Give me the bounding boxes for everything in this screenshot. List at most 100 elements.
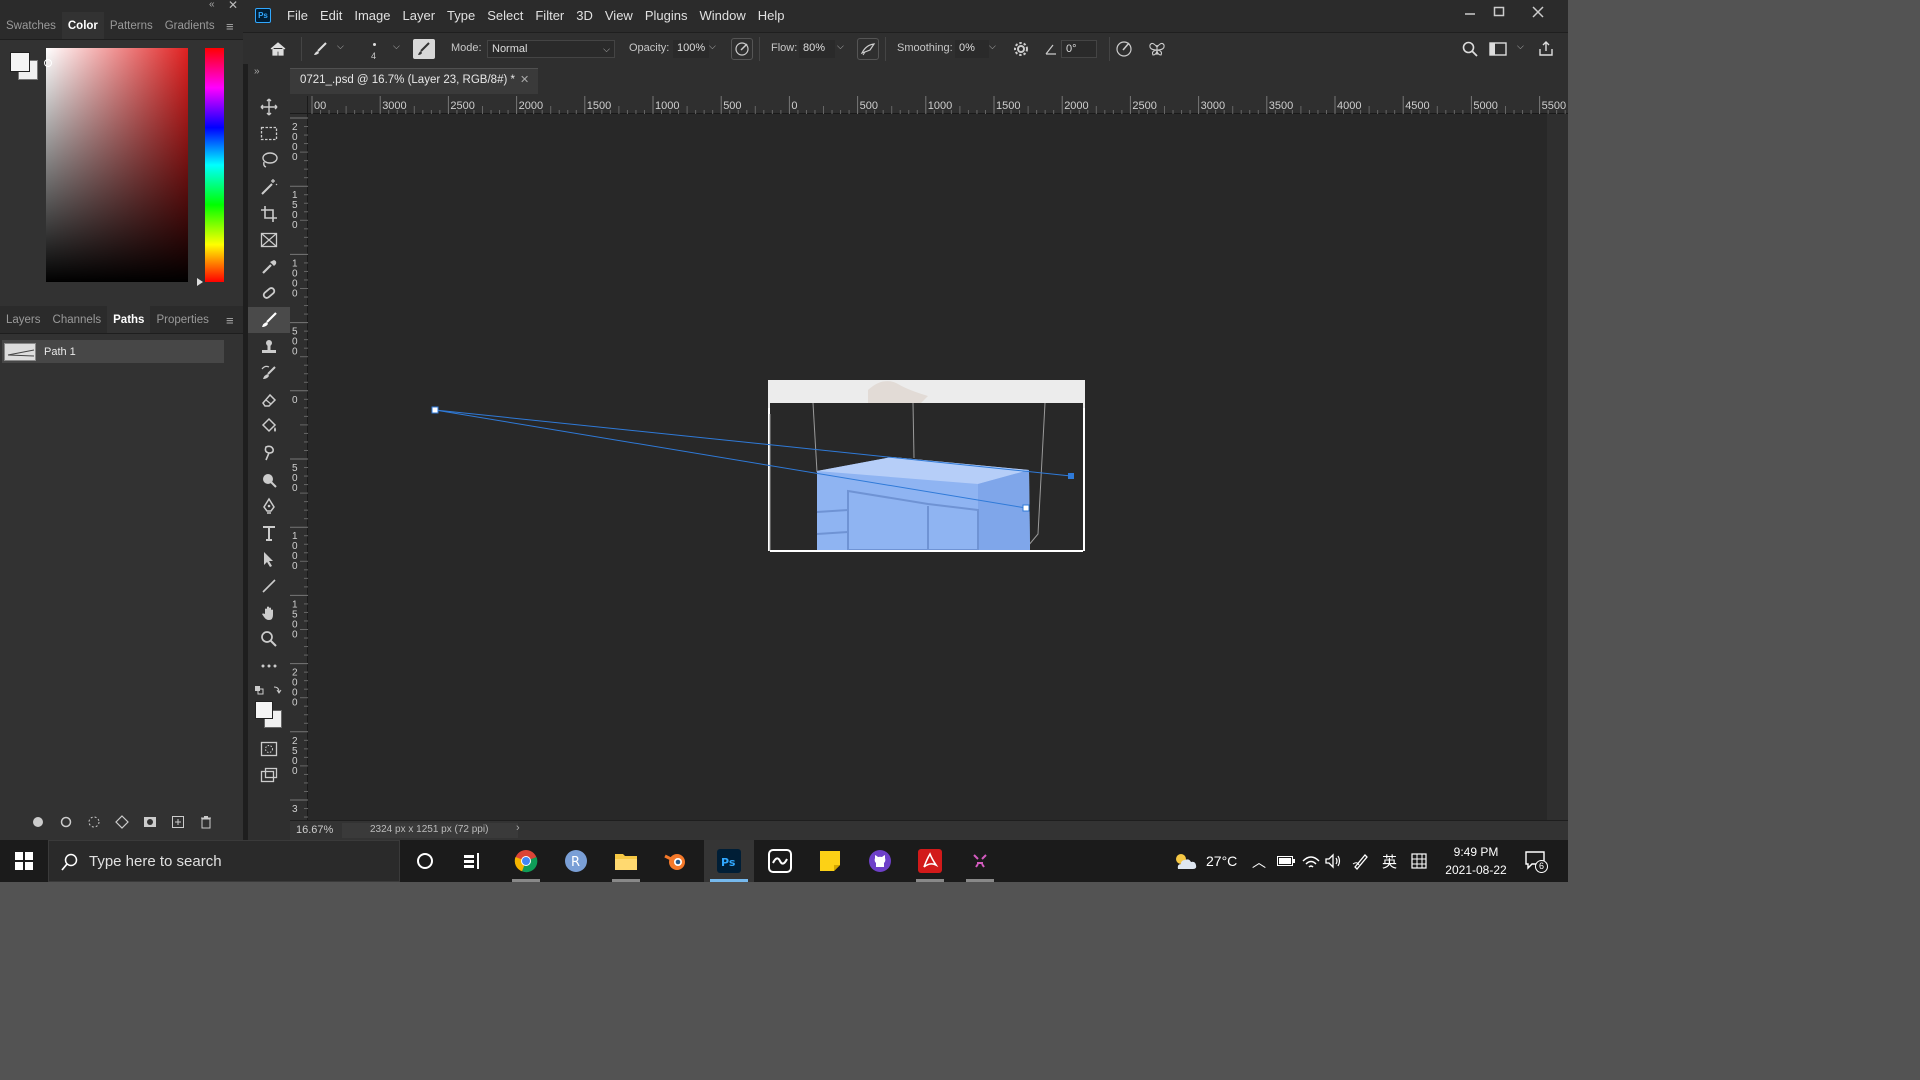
photoshop-taskbar-icon[interactable]: Ps [704, 840, 754, 882]
pressure-opacity-icon[interactable] [731, 38, 753, 60]
brush-preset-icon[interactable] [309, 39, 331, 59]
expand-toolbox-icon[interactable]: » [254, 66, 260, 77]
menu-3d[interactable]: 3D [570, 0, 599, 32]
chevron-down-icon[interactable]: ⌵ [837, 41, 844, 52]
flow-input[interactable]: 80% [799, 40, 835, 58]
path-selection-tool-icon[interactable] [248, 546, 290, 573]
app-character-icon[interactable] [958, 840, 1002, 882]
move-tool-icon[interactable] [248, 94, 290, 121]
panel-menu-icon[interactable]: ≡ [226, 313, 234, 328]
magic-wand-tool-icon[interactable] [248, 174, 290, 201]
pen-tool-icon[interactable] [248, 493, 290, 520]
more-tools-icon[interactable] [248, 652, 290, 679]
healing-brush-tool-icon[interactable] [248, 280, 290, 307]
zoom-tool-icon[interactable] [248, 626, 290, 653]
ime-grid-icon[interactable] [1408, 851, 1430, 871]
vertical-scrollbar[interactable] [1547, 114, 1568, 820]
menu-image[interactable]: Image [348, 0, 396, 32]
tab-patterns[interactable]: Patterns [104, 12, 159, 39]
crop-tool-icon[interactable] [248, 200, 290, 227]
doc-info-field[interactable]: 2324 px x 1251 px (72 ppi) [342, 823, 518, 838]
blender-icon[interactable] [654, 840, 698, 882]
tab-gradients[interactable]: Gradients [159, 12, 221, 39]
panel-menu-icon[interactable]: ≡ [226, 19, 234, 34]
swap-colors-icon[interactable] [254, 684, 284, 696]
github-icon[interactable] [858, 840, 902, 882]
maximize-icon[interactable] [1484, 4, 1514, 20]
menu-edit[interactable]: Edit [314, 0, 348, 32]
collapse-panels-icon[interactable]: « [209, 0, 215, 10]
line-tool-icon[interactable] [248, 573, 290, 600]
eraser-tool-icon[interactable] [248, 387, 290, 414]
mode-select[interactable]: Normal ⌵ [487, 40, 615, 58]
tab-properties[interactable]: Properties [150, 306, 214, 333]
tab-layers[interactable]: Layers [0, 306, 47, 333]
menu-filter[interactable]: Filter [529, 0, 570, 32]
chevron-down-icon[interactable]: ⌵ [1517, 41, 1524, 52]
show-hidden-icons-chevron-up-icon[interactable]: ︿ [1252, 852, 1266, 872]
dodge-tool-icon[interactable] [248, 466, 290, 493]
brush-settings-panel-icon[interactable] [413, 39, 435, 59]
menu-file[interactable]: File [281, 0, 314, 32]
make-work-path-icon[interactable] [114, 814, 130, 830]
fg-bg-color-swatch[interactable] [8, 50, 40, 82]
zoom-level[interactable]: 16.67% [296, 824, 333, 836]
quick-mask-icon[interactable] [248, 736, 290, 763]
app-wave-icon[interactable] [758, 840, 802, 882]
menu-view[interactable]: View [599, 0, 639, 32]
paint-bucket-tool-icon[interactable] [248, 413, 290, 440]
pen-input-icon[interactable] [1350, 852, 1372, 870]
chevron-down-icon[interactable]: ⌵ [989, 41, 996, 52]
airbrush-icon[interactable] [857, 38, 879, 60]
tab-swatches[interactable]: Swatches [0, 12, 62, 39]
hand-tool-icon[interactable] [248, 599, 290, 626]
menu-type[interactable]: Type [441, 0, 481, 32]
symmetry-butterfly-icon[interactable] [1146, 38, 1168, 60]
document-tab[interactable]: 0721_.psd @ 16.7% (Layer 23, RGB/8#) * ✕ [290, 68, 538, 94]
lasso-tool-icon[interactable] [248, 147, 290, 174]
taskbar-search-box[interactable]: Type here to search [48, 840, 400, 882]
stroke-path-icon[interactable] [58, 814, 74, 830]
opacity-input[interactable]: 100% [673, 40, 709, 58]
clone-stamp-tool-icon[interactable] [248, 333, 290, 360]
smoothing-input[interactable]: 0% [955, 40, 989, 58]
screen-mode-icon[interactable] [248, 762, 290, 789]
task-view-icon[interactable] [452, 840, 494, 882]
volume-icon[interactable] [1322, 852, 1344, 870]
hue-slider-handle-icon[interactable] [197, 278, 203, 286]
fill-path-icon[interactable] [30, 814, 46, 830]
brush-size-picker[interactable]: 4 [363, 37, 385, 61]
workspace-icon[interactable] [1487, 38, 1509, 60]
cortana-icon[interactable] [404, 840, 446, 882]
battery-icon[interactable] [1276, 852, 1296, 870]
new-path-icon[interactable] [170, 814, 186, 830]
input-method-indicator[interactable]: 英 [1382, 851, 1397, 872]
chevron-down-icon[interactable]: ⌵ [393, 41, 400, 52]
menu-select[interactable]: Select [481, 0, 529, 32]
action-center-icon[interactable]: 6 [1524, 850, 1554, 874]
load-selection-icon[interactable] [86, 814, 102, 830]
tab-color[interactable]: Color [61, 12, 104, 39]
chrome-icon[interactable] [504, 840, 548, 882]
tab-paths[interactable]: Paths [107, 306, 151, 333]
chevron-down-icon[interactable]: ⌵ [337, 41, 344, 52]
close-window-icon[interactable] [1523, 4, 1553, 20]
share-icon[interactable] [1535, 38, 1557, 60]
chevron-down-icon[interactable]: ⌵ [709, 41, 716, 52]
minimize-icon[interactable] [1455, 4, 1485, 20]
status-menu-arrow-icon[interactable]: › [516, 822, 520, 834]
acrobat-icon[interactable] [908, 840, 952, 882]
file-explorer-icon[interactable] [604, 840, 648, 882]
sticky-notes-icon[interactable] [808, 840, 852, 882]
path-row[interactable]: Path 1 [2, 340, 224, 363]
add-mask-icon[interactable] [142, 814, 158, 830]
close-panel-icon[interactable]: ✕ [228, 0, 238, 12]
r-app-icon[interactable]: R [554, 840, 598, 882]
eyedropper-tool-icon[interactable] [248, 254, 290, 281]
temperature[interactable]: 27°C [1206, 853, 1237, 869]
type-tool-icon[interactable] [248, 520, 290, 547]
menu-plugins[interactable]: Plugins [639, 0, 694, 32]
angle-input[interactable]: 0° [1061, 40, 1097, 58]
ruler-origin[interactable] [290, 96, 308, 114]
color-field[interactable] [44, 48, 188, 282]
